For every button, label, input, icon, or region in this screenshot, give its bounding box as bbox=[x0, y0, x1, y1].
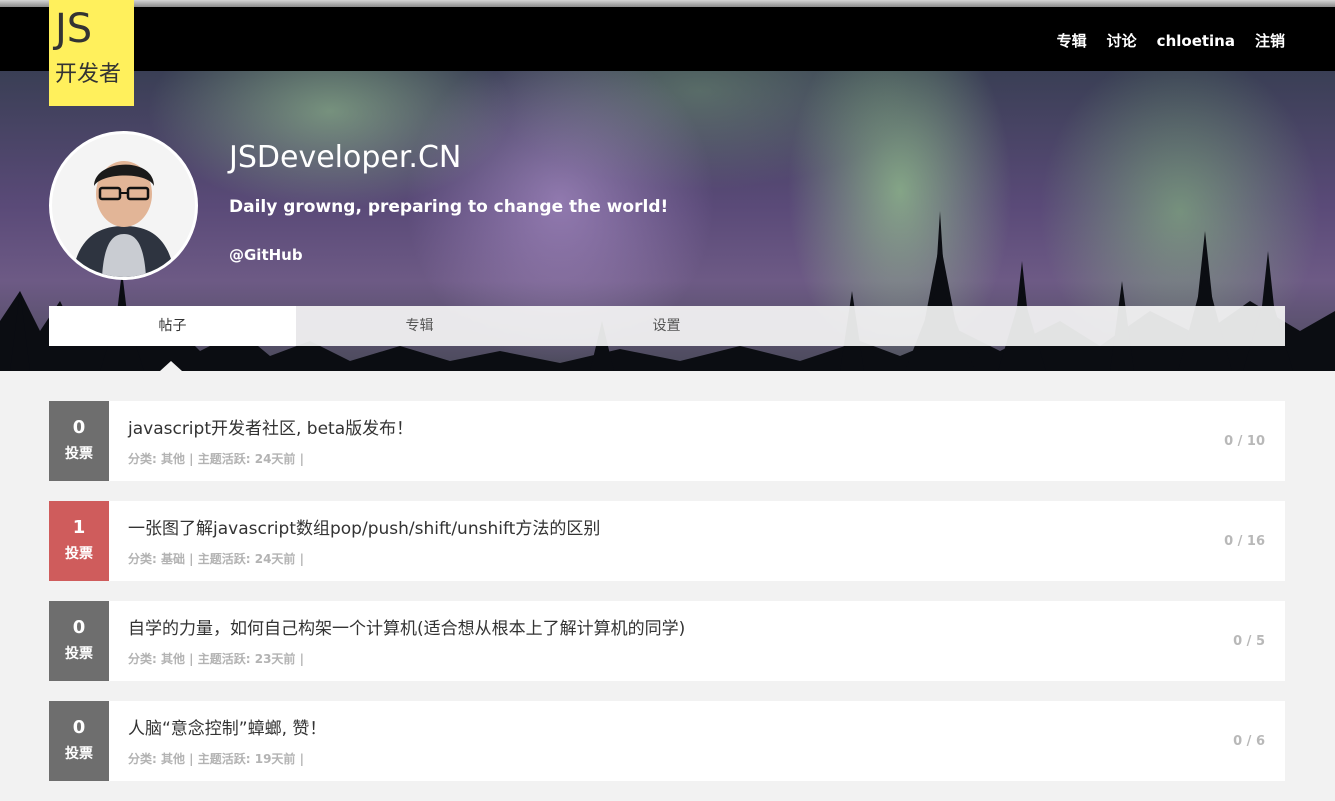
profile-tagline: Daily growng, preparing to change the wo… bbox=[229, 197, 669, 217]
post-meta: 分类: 其他 | 主题活跃: 23天前 | bbox=[128, 650, 304, 668]
vote-count: 0 bbox=[72, 717, 86, 738]
post-title[interactable]: 人脑“意念控制”蟑螂, 赞！ bbox=[128, 717, 326, 741]
logo-js-text: JS bbox=[55, 6, 93, 52]
top-navbar: 专辑 讨论 chloetina 注销 bbox=[0, 0, 1335, 71]
vote-box[interactable]: 0 投票 bbox=[49, 701, 109, 781]
vote-count: 0 bbox=[72, 617, 86, 638]
vote-label: 投票 bbox=[65, 446, 93, 462]
vote-box[interactable]: 0 投票 bbox=[49, 601, 109, 681]
post-meta: 分类: 其他 | 主题活跃: 24天前 | bbox=[128, 450, 304, 468]
post-title[interactable]: 自学的力量，如何自己构架一个计算机(适合想从根本上了解计算机的同学) bbox=[128, 617, 685, 641]
post-stats: 0 / 10 bbox=[1224, 434, 1265, 449]
main-nav: 专辑 讨论 chloetina 注销 bbox=[1057, 30, 1285, 52]
post-stats: 0 / 5 bbox=[1233, 634, 1265, 649]
category-label: 分类: bbox=[128, 652, 161, 666]
site-logo[interactable]: JS 开发者 bbox=[49, 0, 134, 106]
vote-box[interactable]: 1 投票 bbox=[49, 501, 109, 581]
category-link[interactable]: 其他 bbox=[161, 752, 185, 766]
activity-text: | 主题活跃: 24天前 | bbox=[185, 452, 304, 466]
category-link[interactable]: 其他 bbox=[161, 452, 185, 466]
nav-logout[interactable]: 注销 bbox=[1255, 30, 1285, 52]
active-tab-caret bbox=[160, 361, 182, 371]
nav-username[interactable]: chloetina bbox=[1157, 30, 1235, 52]
nav-albums[interactable]: 专辑 bbox=[1057, 30, 1087, 52]
post-stats: 0 / 16 bbox=[1224, 534, 1265, 549]
github-link[interactable]: @GitHub bbox=[229, 244, 303, 266]
activity-text: | 主题活跃: 24天前 | bbox=[185, 552, 304, 566]
list-item[interactable]: 0 投票 javascript开发者社区, beta版发布！ 分类: 其他 | … bbox=[49, 401, 1285, 481]
tab-posts[interactable]: 帖子 bbox=[49, 306, 296, 346]
post-title[interactable]: 一张图了解javascript数组pop/push/shift/unshift方… bbox=[128, 517, 600, 541]
post-title[interactable]: javascript开发者社区, beta版发布！ bbox=[128, 417, 413, 441]
post-stats: 0 / 6 bbox=[1233, 734, 1265, 749]
list-item[interactable]: 0 投票 人脑“意念控制”蟑螂, 赞！ 分类: 其他 | 主题活跃: 19天前 … bbox=[49, 701, 1285, 781]
list-item[interactable]: 0 投票 自学的力量，如何自己构架一个计算机(适合想从根本上了解计算机的同学) … bbox=[49, 601, 1285, 681]
vote-label: 投票 bbox=[65, 746, 93, 762]
vote-label: 投票 bbox=[65, 646, 93, 662]
post-meta: 分类: 基础 | 主题活跃: 24天前 | bbox=[128, 550, 304, 568]
avatar-portrait-icon bbox=[52, 134, 195, 277]
tab-settings[interactable]: 设置 bbox=[543, 306, 790, 346]
post-meta: 分类: 其他 | 主题活跃: 19天前 | bbox=[128, 750, 304, 768]
post-list: 0 投票 javascript开发者社区, beta版发布！ 分类: 其他 | … bbox=[49, 401, 1285, 801]
category-link[interactable]: 基础 bbox=[161, 552, 185, 566]
topbar-edge bbox=[0, 0, 1335, 7]
activity-text: | 主题活跃: 23天前 | bbox=[185, 652, 304, 666]
activity-text: | 主题活跃: 19天前 | bbox=[185, 752, 304, 766]
category-label: 分类: bbox=[128, 452, 161, 466]
list-item[interactable]: 1 投票 一张图了解javascript数组pop/push/shift/uns… bbox=[49, 501, 1285, 581]
vote-count: 1 bbox=[72, 517, 86, 538]
logo-cn-text: 开发者 bbox=[55, 62, 122, 87]
vote-label: 投票 bbox=[65, 546, 93, 562]
vote-count: 0 bbox=[72, 417, 86, 438]
tab-albums[interactable]: 专辑 bbox=[296, 306, 543, 346]
profile-tabs: 帖子 专辑 设置 bbox=[49, 306, 1285, 346]
category-link[interactable]: 其他 bbox=[161, 652, 185, 666]
nav-discussion[interactable]: 讨论 bbox=[1107, 30, 1137, 52]
profile-name: JSDeveloper.CN bbox=[229, 140, 462, 175]
user-avatar[interactable] bbox=[49, 131, 198, 280]
vote-box[interactable]: 0 投票 bbox=[49, 401, 109, 481]
category-label: 分类: bbox=[128, 552, 161, 566]
category-label: 分类: bbox=[128, 752, 161, 766]
